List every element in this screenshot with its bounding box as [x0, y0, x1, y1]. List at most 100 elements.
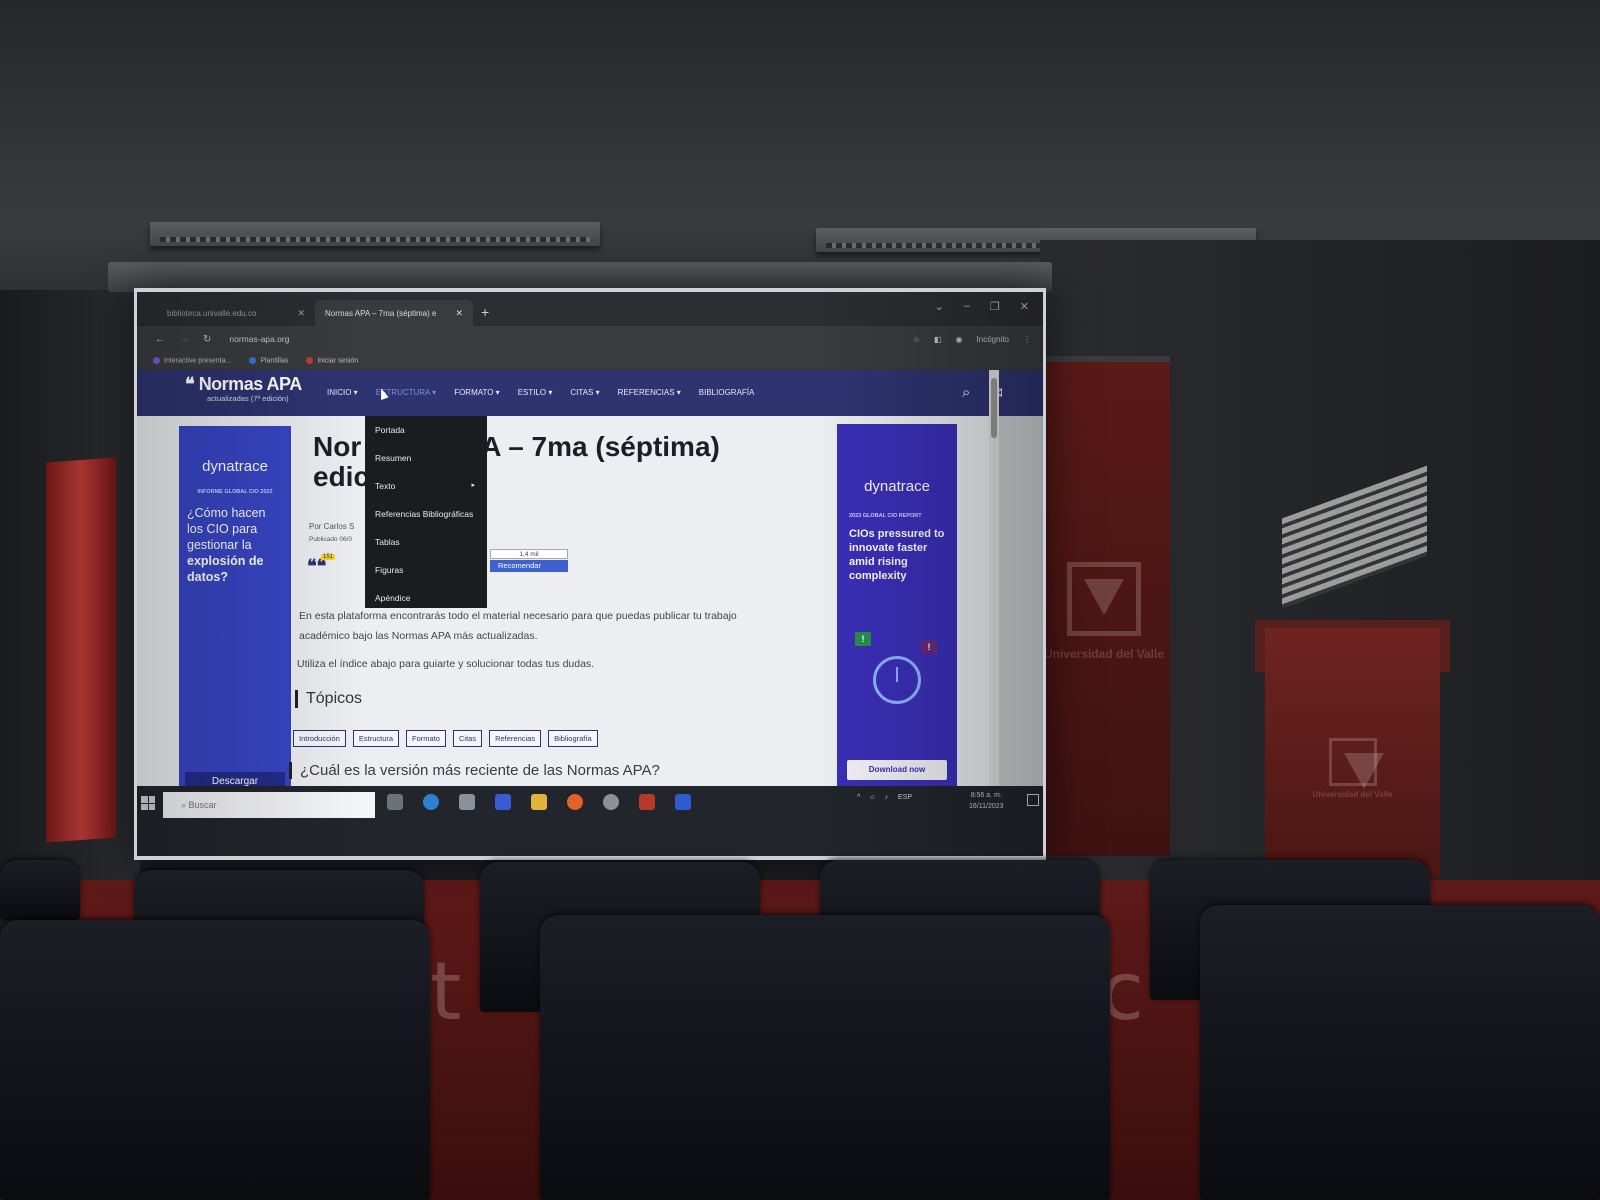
firefox-icon[interactable] [567, 794, 583, 810]
dropdown-item-figuras[interactable]: Figuras [365, 562, 487, 590]
bookmark-label: Iniciar sesión [317, 357, 359, 365]
author-byline: Por Carlos S [309, 522, 355, 531]
ad-kicker: INFORME GLOBAL CIO 2022 [197, 489, 273, 495]
forward-icon[interactable]: → [179, 334, 189, 345]
bookmark-icon [306, 357, 314, 365]
ad-question: ¿Cómo hacen los CIO para gestionar la ex… [187, 506, 266, 584]
auditorium-seat [540, 915, 1110, 1200]
notification-icon[interactable] [1027, 794, 1039, 806]
windows-start-icon[interactable] [141, 796, 155, 810]
task-view-icon[interactable] [387, 794, 403, 810]
alert-icon: ! [921, 640, 937, 654]
ad-brand: dynatrace [864, 478, 930, 495]
tab-title: biblioteca.univalle.edu.co [167, 308, 257, 318]
menu-item-estilo[interactable]: ESTILO ▾ [518, 388, 553, 397]
browser-tab[interactable]: biblioteca.univalle.edu.co ✕ [157, 300, 315, 326]
section-heading: ¿Cuál es la versión más reciente de las … [289, 762, 660, 779]
ceiling-light-left [150, 222, 600, 246]
ad-banner-right[interactable]: dynatrace 2023 GLOBAL CIO REPORT CIOs pr… [837, 424, 957, 786]
profile-label[interactable]: Incógnito [977, 335, 1009, 344]
ad-headline: CIOs pressured to innovate faster amid r… [849, 528, 945, 582]
minimize-button[interactable]: – [964, 300, 970, 313]
bookmark-icon [249, 357, 257, 365]
page-scrollbar[interactable] [989, 370, 999, 786]
tag-estructura[interactable]: Estructura [352, 730, 400, 747]
topics-heading: Tópicos [295, 690, 362, 708]
tab-search-icon[interactable]: ⌄ [935, 300, 944, 313]
bookmark-item[interactable]: Iniciar sesión [306, 357, 359, 365]
close-window-button[interactable]: ✕ [1020, 300, 1029, 313]
bookmark-item[interactable]: Interactive presenta... [153, 357, 231, 365]
bookmark-item[interactable]: Plantillas [249, 357, 289, 365]
address-bar-actions: ☆ ◧ ◉ Incógnito ⋮ [913, 335, 1031, 344]
new-tab-button[interactable]: + [481, 304, 489, 320]
tag-bibliografia[interactable]: Bibliografía [548, 730, 598, 747]
reload-icon[interactable]: ↻ [203, 334, 211, 345]
ad-banner-left[interactable]: dynatrace INFORME GLOBAL CIO 2022 ¿Cómo … [179, 426, 291, 796]
taskbar-search-input[interactable]: ⌕ Buscar [163, 792, 375, 818]
tag-citas[interactable]: Citas [452, 730, 483, 747]
chrome-icon[interactable] [603, 794, 619, 810]
clock-icon [873, 656, 921, 704]
logo-subtitle: actualizadas (7ª edición) [207, 394, 289, 403]
scrollbar-thumb[interactable] [991, 378, 997, 438]
incognito-icon[interactable]: ◉ [956, 335, 963, 344]
estructura-dropdown: Portada Resumen Texto ▸ Referencias Bibli… [365, 416, 487, 608]
windows-taskbar: ⌕ Buscar ^ ⌂ ♪ ESP 8:56 a. m. 16/11/2023 [137, 786, 1043, 856]
ad-download-button[interactable]: Download now [847, 760, 947, 780]
bookmark-label: Plantillas [260, 357, 289, 365]
dropdown-item-portada[interactable]: Portada [365, 422, 487, 450]
word-icon[interactable] [675, 794, 691, 810]
menu-item-bibliografia[interactable]: BIBLIOGRAFÍA [699, 388, 755, 397]
tag-referencias[interactable]: Referencias [489, 730, 542, 747]
calculator-icon[interactable] [495, 794, 511, 810]
back-icon[interactable]: ← [155, 334, 165, 345]
dropdown-item-apendice[interactable]: Apéndice [365, 590, 487, 618]
tag-introduccion[interactable]: Introducción [293, 730, 346, 747]
dropdown-item-tablas[interactable]: Tablas [365, 534, 487, 562]
podium: Universidad del Valle [1265, 628, 1440, 878]
restore-button[interactable]: ❐ [990, 300, 1000, 313]
edge-icon[interactable] [423, 794, 439, 810]
logo-title: Normas APA [198, 374, 303, 394]
browser-tab-active[interactable]: Normas APA – 7ma (séptima) e ✕ [315, 300, 473, 326]
dropdown-item-referencias[interactable]: Referencias Bibliográficas [365, 506, 487, 534]
dropdown-item-resumen[interactable]: Resumen [365, 450, 487, 478]
ad-brand: dynatrace [202, 458, 268, 475]
auditorium-seat [0, 920, 430, 1200]
network-icon[interactable]: ⌂ [870, 794, 874, 801]
kebab-menu-icon[interactable]: ⋮ [1023, 335, 1031, 344]
published-date: Publicado 06/0 [309, 536, 353, 543]
menu-item-referencias[interactable]: REFERENCIAS ▾ [618, 388, 681, 397]
app-icon[interactable] [459, 794, 475, 810]
bookmark-icon [153, 357, 160, 365]
menu-item-citas[interactable]: CITAS ▾ [570, 388, 599, 397]
side-panel-icon[interactable]: ◧ [934, 335, 942, 344]
file-explorer-icon[interactable] [531, 794, 547, 810]
close-icon[interactable]: ✕ [297, 308, 305, 319]
system-tray: ^ ⌂ ♪ ESP [857, 794, 912, 801]
chevron-up-icon[interactable]: ^ [857, 794, 860, 801]
flag [46, 457, 116, 843]
language-indicator[interactable]: ESP [898, 794, 912, 801]
powerpoint-icon[interactable] [639, 794, 655, 810]
podium-text: Universidad del Valle [1312, 790, 1393, 799]
url-field[interactable]: normas-apa.org [229, 334, 289, 344]
menu-item-inicio[interactable]: INICIO ▾ [327, 388, 358, 397]
facebook-count: 1,4 mil [490, 549, 568, 559]
taskbar-clock[interactable]: 8:56 a. m. 16/11/2023 [969, 790, 1004, 812]
menu-item-formato[interactable]: FORMATO ▾ [454, 388, 500, 397]
facebook-recommend-button[interactable]: Recomendar [490, 560, 568, 572]
dropdown-item-texto[interactable]: Texto ▸ [365, 478, 487, 506]
volume-icon[interactable]: ♪ [885, 794, 889, 801]
site-logo[interactable]: ❝ Normas APA actualizadas (7ª edición) [185, 374, 302, 403]
close-icon[interactable]: ✕ [455, 308, 463, 319]
university-logo [1067, 562, 1141, 636]
bookmarks-bar: Interactive presenta... Plantillas Inici… [137, 352, 1043, 370]
search-icon[interactable]: ⌕ [962, 384, 970, 402]
clock-date: 16/11/2023 [969, 803, 1004, 810]
tag-formato[interactable]: Formato [406, 730, 446, 747]
auditorium-seat [0, 860, 80, 920]
main-menu: INICIO ▾ ESTRUCTURA ▾ FORMATO ▾ ESTILO ▾… [327, 388, 754, 397]
star-icon[interactable]: ☆ [913, 335, 920, 344]
